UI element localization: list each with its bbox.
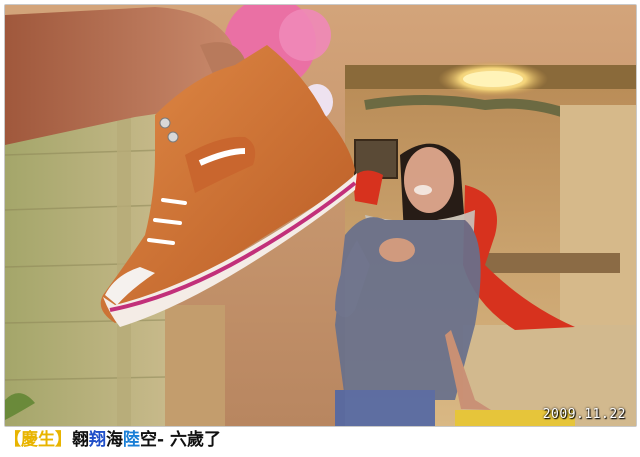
- hand-chest: [379, 238, 415, 262]
- jeans: [335, 390, 435, 426]
- caption-part-3: 海: [106, 430, 123, 450]
- caption-part-5: 空: [140, 430, 157, 450]
- caption-part-2: 翔: [89, 430, 106, 450]
- caption-bracket-open: 【: [4, 430, 21, 450]
- ledge: [485, 253, 620, 273]
- eyelet-1: [159, 117, 171, 129]
- caption-part-4: 陸: [123, 430, 140, 450]
- wood-post-lower: [165, 305, 225, 426]
- caption-tag: 慶生: [21, 430, 55, 450]
- caption-part-6: - 六歲了: [157, 430, 221, 450]
- lamp-bulb: [463, 71, 523, 87]
- face: [404, 147, 454, 213]
- photo-scene: [5, 5, 636, 426]
- eyelet-2: [167, 131, 179, 143]
- caption-part-1: 翱: [72, 430, 89, 450]
- caption-bracket-close: 】: [55, 430, 72, 450]
- date-stamp: 2009.11.22: [542, 407, 626, 422]
- photo-frame: 2009.11.22 【慶生】翱翔海陸空 - 六歲了: [0, 0, 640, 457]
- balloon-pink-2: [279, 9, 331, 61]
- photo-caption: 【慶生】翱翔海陸空 - 六歲了: [4, 428, 221, 452]
- side-wall: [560, 105, 636, 335]
- smile: [414, 185, 432, 195]
- photo: 2009.11.22: [4, 4, 637, 427]
